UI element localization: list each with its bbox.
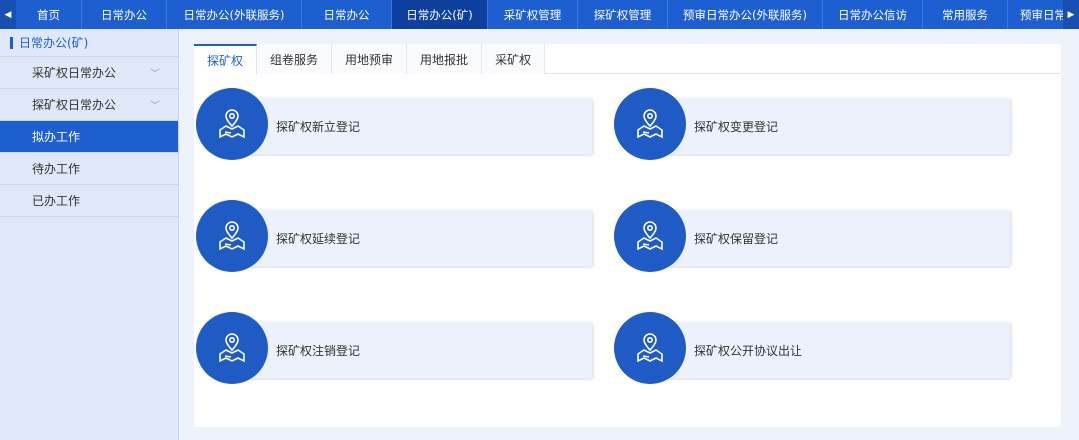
tile-label: 探矿权公开协议出让 bbox=[694, 343, 803, 358]
tile-cancellation-registration[interactable]: 探矿权注销登记 bbox=[196, 312, 592, 384]
nav-scroll-left-icon[interactable]: ◀ bbox=[0, 0, 16, 29]
nav-item-daily-office-mine[interactable]: 日常办公(矿) bbox=[392, 0, 488, 29]
sidebar-item-todo[interactable]: 待办工作 bbox=[0, 153, 178, 185]
sidebar-item-exploration-daily[interactable]: 探矿权日常办公 ﹀ bbox=[0, 89, 178, 121]
map-pin-icon bbox=[196, 312, 268, 384]
nav-item-pre-review-daily[interactable]: 预审日常 bbox=[1008, 0, 1063, 29]
tab-mining[interactable]: 采矿权 bbox=[482, 44, 546, 74]
top-nav-bar: ◀ 首页 日常办公 日常办公(外联服务) 日常办公 日常办公(矿) 采矿权管理 … bbox=[0, 0, 1079, 29]
nav-item-mining-rights[interactable]: 采矿权管理 bbox=[488, 0, 578, 29]
content-panel: 探矿权 组卷服务 用地预审 用地报批 采矿权 探矿权新立登记 探矿权变更登记 探… bbox=[194, 44, 1061, 427]
tab-filing-service[interactable]: 组卷服务 bbox=[257, 44, 333, 74]
sidebar-item-label: 采矿权日常办公 bbox=[32, 66, 117, 80]
map-pin-icon bbox=[614, 312, 686, 384]
sidebar-item-done[interactable]: 已办工作 bbox=[0, 185, 178, 217]
nav-item-daily-office-2[interactable]: 日常办公 bbox=[302, 0, 392, 29]
nav-item-petition[interactable]: 日常办公信访 bbox=[823, 0, 923, 29]
sidebar-title: 日常办公(矿) bbox=[19, 36, 89, 50]
nav-scroll-right-icon[interactable]: ▶ bbox=[1063, 0, 1079, 29]
sidebar-header-marker bbox=[10, 36, 13, 49]
tab-bar: 探矿权 组卷服务 用地预审 用地报批 采矿权 bbox=[194, 44, 1061, 74]
sidebar-item-mining-daily[interactable]: 采矿权日常办公 ﹀ bbox=[0, 57, 178, 89]
nav-item-pre-review-external[interactable]: 预审日常办公(外联服务) bbox=[668, 0, 823, 29]
sidebar-header: 日常办公(矿) bbox=[0, 29, 178, 57]
tab-land-approval[interactable]: 用地报批 bbox=[407, 44, 483, 74]
tile-retention-registration[interactable]: 探矿权保留登记 bbox=[614, 200, 1010, 272]
tile-label: 探矿权保留登记 bbox=[694, 231, 779, 246]
tile-label: 探矿权注销登记 bbox=[276, 343, 361, 358]
map-pin-icon bbox=[196, 88, 268, 160]
tile-label: 探矿权变更登记 bbox=[694, 119, 779, 134]
sidebar-item-label: 拟办工作 bbox=[32, 130, 81, 144]
sidebar-item-label: 待办工作 bbox=[32, 162, 81, 176]
tile-label: 探矿权新立登记 bbox=[276, 119, 361, 134]
nav-item-daily-office-external[interactable]: 日常办公(外联服务) bbox=[167, 0, 302, 29]
map-pin-icon bbox=[196, 200, 268, 272]
tile-public-agreement-transfer[interactable]: 探矿权公开协议出让 bbox=[614, 312, 1010, 384]
tile-label: 探矿权延续登记 bbox=[276, 231, 361, 246]
sidebar: 日常办公(矿) 采矿权日常办公 ﹀ 探矿权日常办公 ﹀ 拟办工作 待办工作 已办… bbox=[0, 29, 179, 440]
chevron-down-icon: ﹀ bbox=[150, 69, 160, 80]
tile-extension-registration[interactable]: 探矿权延续登记 bbox=[196, 200, 592, 272]
chevron-down-icon: ﹀ bbox=[150, 101, 160, 112]
map-pin-icon bbox=[614, 88, 686, 160]
tab-exploration[interactable]: 探矿权 bbox=[194, 44, 258, 74]
nav-item-daily-office[interactable]: 日常办公 bbox=[82, 0, 167, 29]
nav-item-home[interactable]: 首页 bbox=[16, 0, 82, 29]
map-pin-icon bbox=[614, 200, 686, 272]
tab-land-pre-review[interactable]: 用地预审 bbox=[332, 44, 408, 74]
nav-item-common-services[interactable]: 常用服务 bbox=[923, 0, 1008, 29]
top-nav-items: 首页 日常办公 日常办公(外联服务) 日常办公 日常办公(矿) 采矿权管理 探矿… bbox=[16, 0, 1063, 29]
tile-new-registration[interactable]: 探矿权新立登记 bbox=[196, 88, 592, 160]
nav-item-exploration-rights[interactable]: 探矿权管理 bbox=[578, 0, 668, 29]
sidebar-item-drafting[interactable]: 拟办工作 bbox=[0, 121, 178, 153]
sidebar-item-label: 已办工作 bbox=[32, 194, 81, 208]
tile-change-registration[interactable]: 探矿权变更登记 bbox=[614, 88, 1010, 160]
sidebar-item-label: 探矿权日常办公 bbox=[32, 98, 117, 112]
